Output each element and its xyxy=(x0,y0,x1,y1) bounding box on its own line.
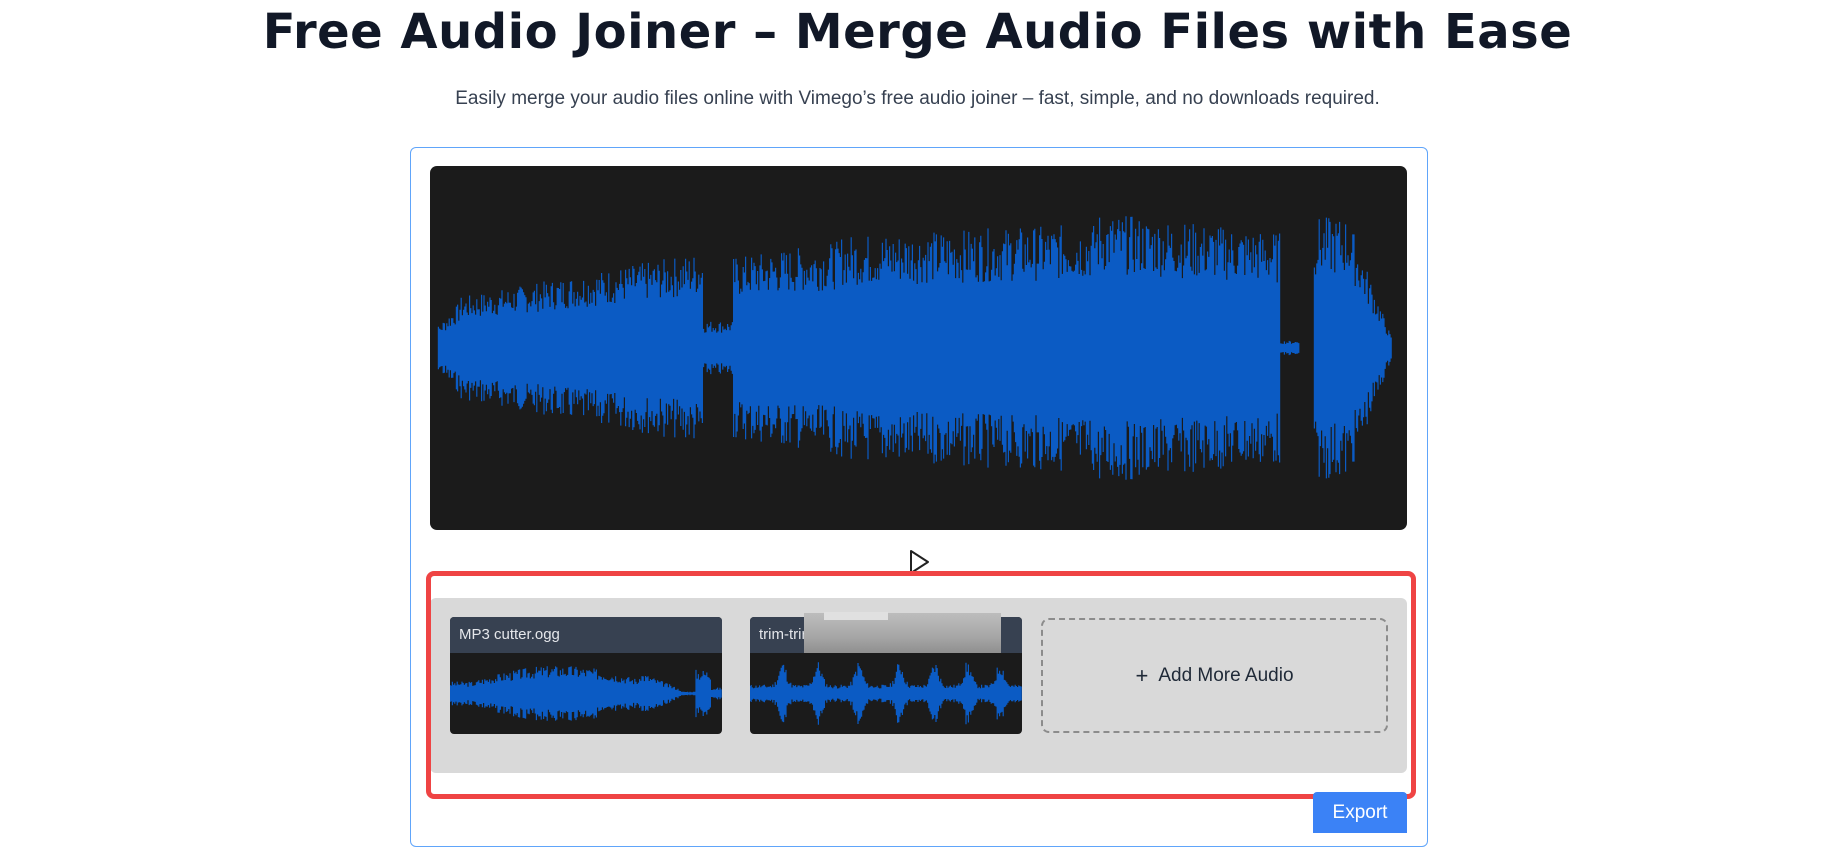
highlight-box xyxy=(426,571,1416,799)
main-waveform-graphic xyxy=(437,216,1392,480)
page-subtitle: Easily merge your audio files online wit… xyxy=(455,88,1380,109)
page-title: Free Audio Joiner – Merge Audio Files wi… xyxy=(262,4,1573,60)
main-waveform[interactable] xyxy=(430,166,1407,530)
